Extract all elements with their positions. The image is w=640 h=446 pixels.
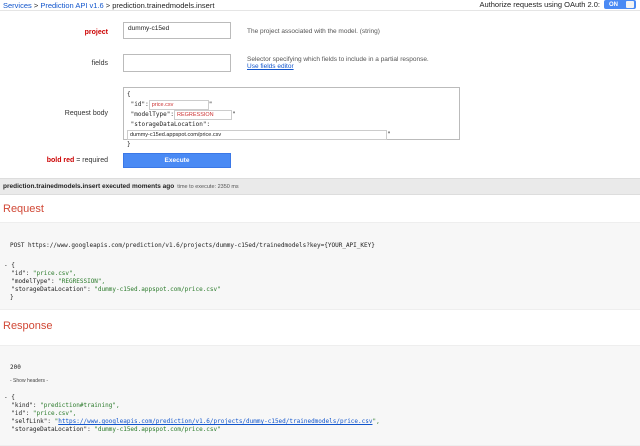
required-note: bold red = required — [18, 157, 108, 164]
breadcrumb-api-link[interactable]: Prediction API v1.6 — [40, 1, 103, 10]
body-row-storage: "storageDataLocation": dummy-c15ed.appspo… — [127, 120, 456, 140]
execution-status-bar: prediction.trainedmodels.insert executed… — [0, 178, 640, 195]
fields-label: fields — [91, 60, 108, 67]
request-json-id: "id": "price.csv", — [4, 270, 76, 278]
json-quote: ", — [372, 418, 380, 425]
request-body-label: Request body — [64, 110, 108, 117]
response-heading: Response — [3, 320, 53, 332]
json-key: "kind": — [4, 402, 41, 409]
top-bar: Services > Prediction API v1.6 > predict… — [0, 0, 640, 11]
body-open-brace: { — [127, 91, 131, 98]
json-string: "price.csv", — [32, 410, 77, 417]
body-storage-input[interactable]: dummy-c15ed.appspot.com/price.csv — [127, 130, 387, 140]
auth-label: Authorize requests using OAuth 2.0: — [479, 0, 601, 9]
json-key: "selfLink": — [4, 418, 55, 425]
request-json-storage: "storageDataLocation": "dummy-c15ed.apps… — [4, 286, 221, 294]
show-headers-link[interactable]: - Show headers - — [10, 378, 48, 384]
project-label: project — [84, 29, 108, 36]
self-link[interactable]: https://www.googleapis.com/prediction/v1… — [58, 418, 372, 425]
json-string: "prediction#training", — [40, 402, 120, 409]
body-storage-key: "storageDataLocation": — [130, 121, 211, 128]
request-body-editor[interactable]: { "id": price.csv " "modelType": REGRESSION… — [123, 87, 460, 148]
collapse-toggle[interactable]: - { — [4, 394, 15, 401]
json-key: "storageDataLocation": — [4, 426, 95, 433]
request-panel — [0, 222, 640, 310]
json-key: "modelType": — [4, 278, 59, 285]
breadcrumb-method: prediction.trainedmodels.insert — [112, 1, 215, 10]
toggle-knob — [626, 1, 634, 8]
required-note-text: = required — [74, 157, 108, 164]
breadcrumb-separator: > — [103, 1, 113, 10]
toggle-state: ON — [609, 1, 618, 8]
project-hint: The project associated with the model. (… — [247, 28, 380, 35]
fields-hint: Selector specifying which fields to incl… — [247, 56, 429, 70]
json-string: "REGRESSION", — [58, 278, 106, 285]
json-string: "dummy-c15ed.appspot.com/price.csv" — [94, 286, 221, 293]
body-id-key: "id": — [130, 101, 149, 108]
json-key: "id": — [4, 270, 33, 277]
body-model-key: "modelType": — [130, 111, 174, 118]
oauth-toggle[interactable]: ON — [604, 0, 636, 9]
breadcrumb-services-link[interactable]: Services — [3, 1, 32, 10]
fields-hint-text: Selector specifying which fields to incl… — [247, 56, 429, 63]
fields-editor-link[interactable]: Use fields editor — [247, 63, 294, 70]
execution-time: time to execute: 2350 ms — [177, 184, 239, 190]
breadcrumb: Services > Prediction API v1.6 > predict… — [3, 1, 214, 10]
response-json-id: "id": "price.csv", — [4, 410, 76, 418]
body-row-id: "id": price.csv " — [130, 100, 213, 110]
body-model-input[interactable]: REGRESSION — [173, 110, 232, 120]
request-heading: Request — [3, 203, 44, 215]
json-key: "storageDataLocation": — [4, 286, 95, 293]
collapse-toggle[interactable]: - { — [4, 262, 15, 269]
response-json-selflink: "selfLink": "https://www.googleapis.com/… — [4, 418, 380, 426]
body-close-brace: } — [127, 141, 131, 148]
response-json-open[interactable]: - { — [4, 394, 15, 402]
response-status-code: 200 — [10, 364, 21, 371]
response-json-storage: "storageDataLocation": "dummy-c15ed.apps… — [4, 426, 221, 434]
json-string: "price.csv", — [32, 270, 77, 277]
response-json-kind: "kind": "prediction#training", — [4, 402, 120, 410]
json-key: "id": — [4, 410, 33, 417]
request-line: POST https://www.googleapis.com/predicti… — [10, 242, 375, 249]
fields-input[interactable] — [123, 54, 231, 72]
json-string: "dummy-c15ed.appspot.com/price.csv" — [94, 426, 221, 433]
execute-button[interactable]: Execute — [123, 153, 231, 168]
body-id-input[interactable]: price.csv — [148, 100, 209, 110]
status-title: prediction.trainedmodels.insert executed… — [3, 183, 175, 190]
project-input[interactable]: dummy-c15ed — [123, 22, 231, 39]
auth-control: Authorize requests using OAuth 2.0: ON — [479, 0, 636, 9]
request-json-close: } — [10, 294, 14, 301]
request-json-model: "modelType": "REGRESSION", — [4, 278, 105, 286]
body-row-model: "modelType": REGRESSION " — [130, 110, 236, 120]
request-json-open[interactable]: - { — [4, 262, 15, 270]
required-note-bold: bold red — [46, 157, 75, 164]
